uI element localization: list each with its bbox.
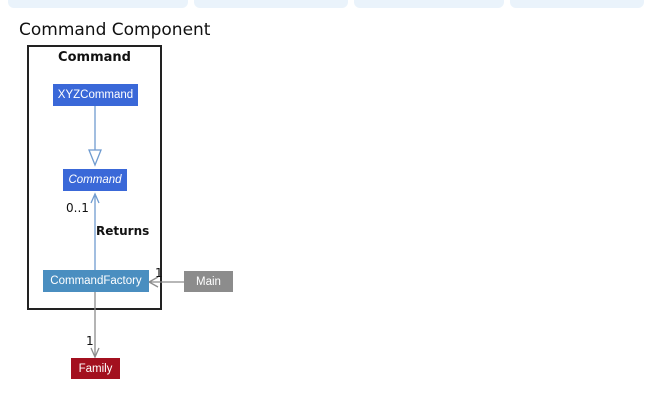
xyz-command-node[interactable]: XYZCommand [53, 84, 138, 106]
family-node[interactable]: Family [71, 358, 120, 379]
diagram-edges [88, 106, 184, 359]
factory-to-family-multiplicity-label: 1 [86, 334, 94, 348]
main-node[interactable]: Main [184, 271, 233, 292]
command-node[interactable]: Command [63, 169, 127, 191]
returns-edge-label: Returns [96, 224, 150, 238]
main-to-factory-multiplicity-label: 1 [155, 266, 163, 280]
returns-multiplicity-label: 0..1 [66, 201, 89, 215]
command-factory-node[interactable]: CommandFactory [43, 270, 149, 292]
inheritance-arrowhead-icon [88, 149, 102, 167]
